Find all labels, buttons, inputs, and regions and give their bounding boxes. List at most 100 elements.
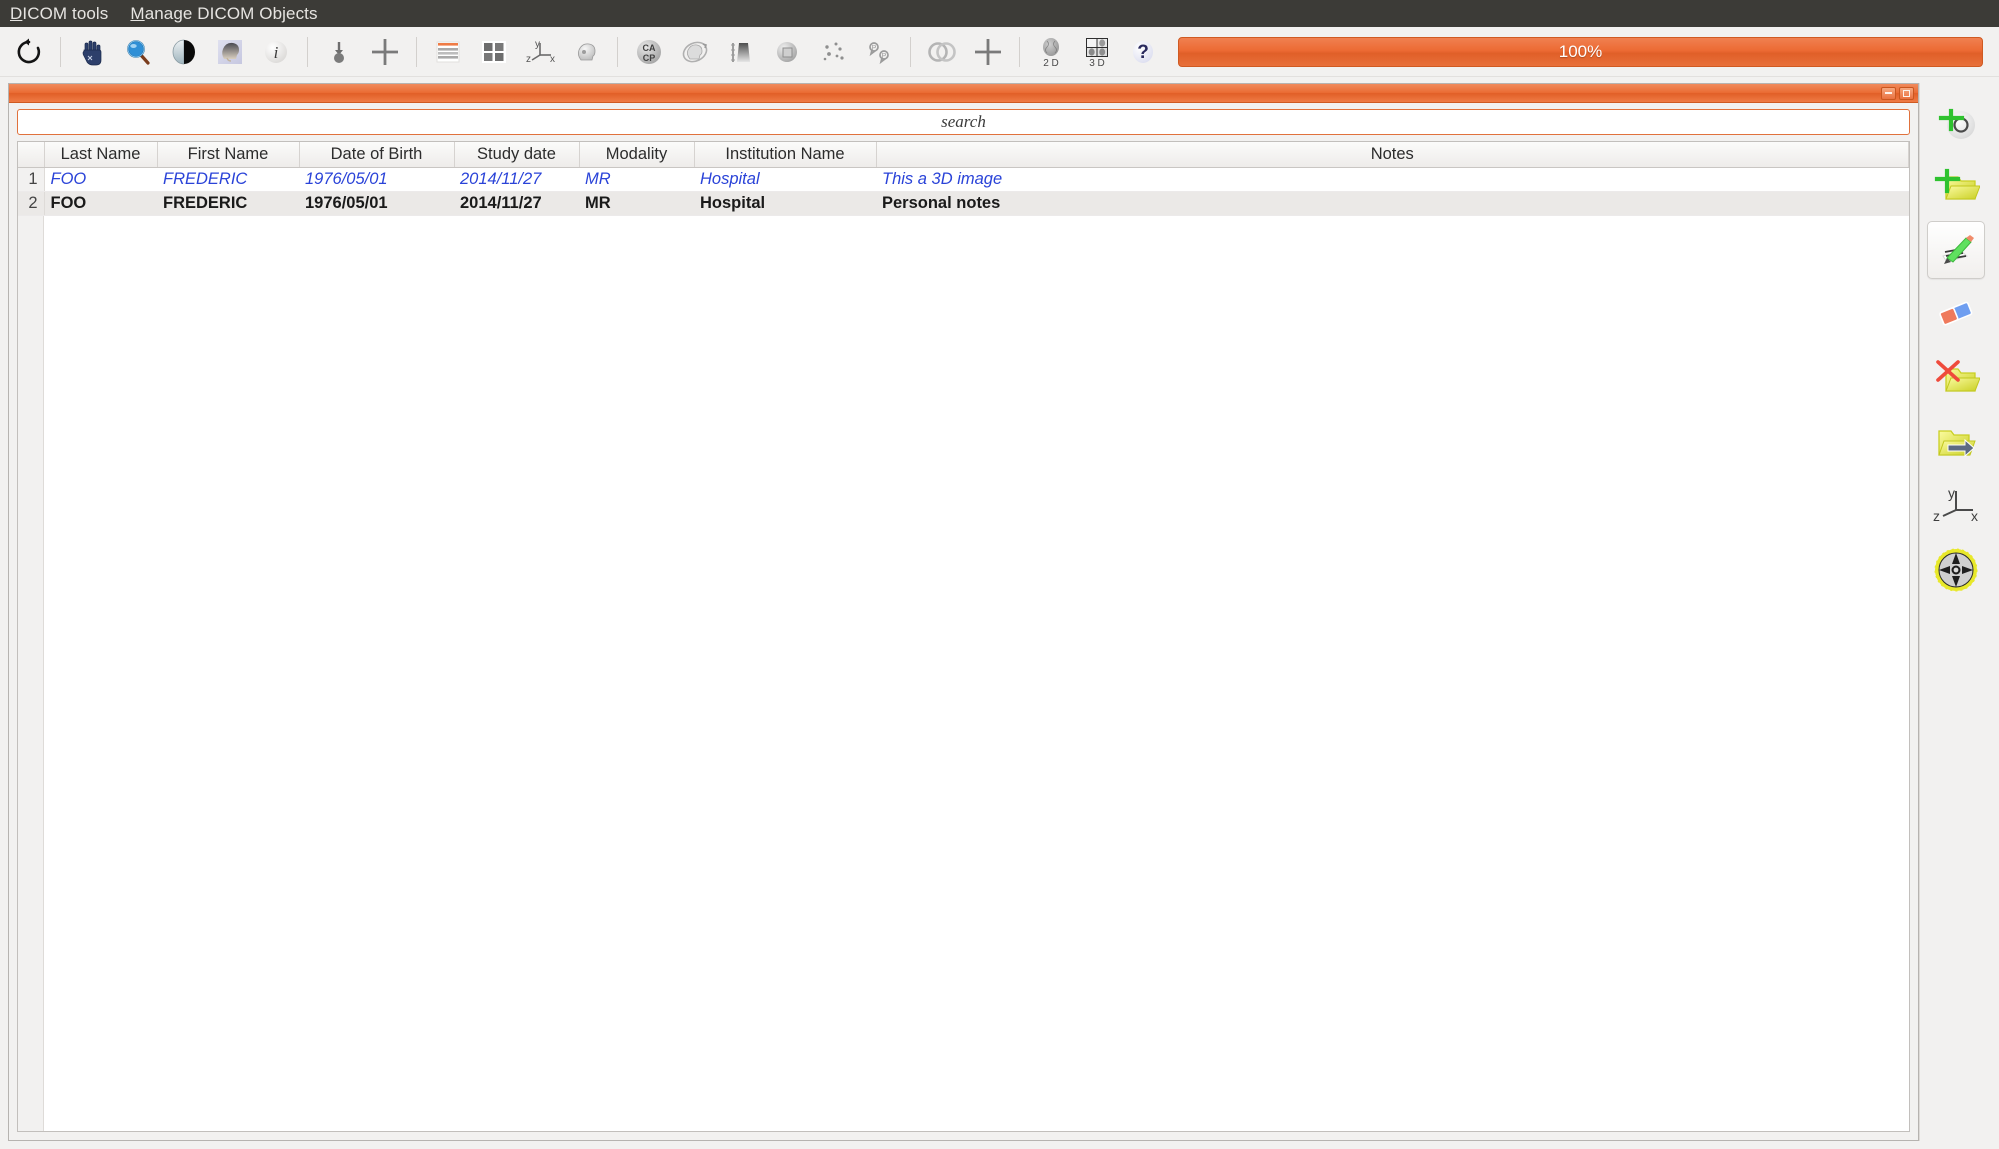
- menu-item-dicom-tools-label: ICOM tools: [22, 4, 109, 23]
- menu-item-manage-dicom-objects-label: anage DICOM Objects: [144, 4, 318, 23]
- cell-study-date: 2014/11/27: [454, 191, 579, 216]
- markers-icon[interactable]: P P: [856, 30, 902, 74]
- crosshair-icon[interactable]: [362, 30, 408, 74]
- table-blank-area: [44, 215, 1909, 1131]
- cell-last-name: FOO: [44, 167, 157, 192]
- column-header-modality[interactable]: Modality: [579, 142, 695, 168]
- head-rotate-icon[interactable]: [672, 30, 718, 74]
- column-header-first-name[interactable]: First Name: [157, 142, 300, 168]
- export-folder-button[interactable]: [1927, 413, 1985, 471]
- layout-rows-icon[interactable]: [425, 30, 471, 74]
- point-cloud-icon[interactable]: [810, 30, 856, 74]
- svg-text:z: z: [526, 54, 531, 65]
- cell-modality: MR: [579, 191, 694, 216]
- menu-mnemonic-m: M: [130, 4, 145, 23]
- table-row-gutter: [18, 215, 44, 1131]
- restore-button[interactable]: [1899, 86, 1914, 100]
- row-index: 1: [18, 167, 45, 192]
- column-header-study-date[interactable]: Study date: [454, 142, 580, 168]
- dicom-objects-table-container: Last Name First Name Date of Birth Study…: [17, 141, 1910, 1132]
- cell-date-of-birth: 1976/05/01: [299, 191, 454, 216]
- toolbar-separator: [617, 36, 618, 67]
- tools-sidebar: y x z: [1919, 83, 1991, 1141]
- column-header-notes[interactable]: Notes: [876, 142, 1909, 168]
- delete-folder-button[interactable]: [1927, 349, 1985, 407]
- ca-label: CA: [643, 43, 656, 53]
- info-icon[interactable]: i: [253, 30, 299, 74]
- toolbar-separator: [1019, 36, 1020, 67]
- progress-value-label: 100%: [1558, 41, 1603, 61]
- svg-text:P: P: [882, 53, 887, 60]
- svg-text:y: y: [535, 39, 540, 50]
- menu-item-manage-dicom-objects[interactable]: Manage DICOM Objects: [130, 5, 317, 22]
- axis-label-y: y: [1948, 485, 1955, 501]
- help-question-icon[interactable]: ?: [1120, 30, 1166, 74]
- toolbar-separator: [416, 36, 417, 67]
- search-input[interactable]: [17, 109, 1910, 135]
- histogram-icon[interactable]: [718, 30, 764, 74]
- cell-notes: Personal notes: [876, 191, 1909, 216]
- column-header-institution-name[interactable]: Institution Name: [694, 142, 877, 168]
- cp-label: CP: [643, 53, 656, 63]
- toolbar-separator: [60, 36, 61, 67]
- menu-mnemonic-d: D: [10, 4, 23, 23]
- restore-glyph: [1903, 89, 1910, 97]
- column-header-last-name[interactable]: Last Name: [44, 142, 158, 168]
- axes-orientation-button[interactable]: y x z: [1927, 477, 1985, 535]
- cell-notes: This a 3D image: [876, 167, 1909, 192]
- menu-bar: DICOM tools Manage DICOM Objects: [0, 0, 1999, 27]
- svg-text:?: ?: [1137, 42, 1149, 63]
- skull-3d-icon[interactable]: [563, 30, 609, 74]
- settings-gear-button[interactable]: [1927, 541, 1985, 599]
- edit-notes-button[interactable]: [1926, 221, 1985, 279]
- axis-label-x: x: [1971, 508, 1978, 524]
- probe-pin-icon[interactable]: [316, 30, 362, 74]
- cell-date-of-birth: 1976/05/01: [299, 167, 454, 192]
- column-header-rownum: [18, 142, 45, 168]
- menu-item-dicom-tools[interactable]: DICOM tools: [10, 5, 108, 22]
- brain-2d-icon[interactable]: 2 D: [1028, 30, 1074, 74]
- layout-grid-icon[interactable]: [471, 30, 517, 74]
- progress-bar-container: 100%: [1178, 36, 1983, 67]
- brain-3d-icon[interactable]: 3 D: [1074, 30, 1120, 74]
- svg-text:P: P: [872, 45, 877, 52]
- toolbar: i y x z CA CP P P 2 D 3 D ? 100%: [0, 27, 1999, 77]
- cell-first-name: FREDERIC: [157, 167, 299, 192]
- brain-3d-label: 3 D: [1089, 58, 1105, 69]
- add-cross-icon[interactable]: [965, 30, 1011, 74]
- cell-last-name: FOO: [44, 191, 157, 216]
- panel-title-bar: [9, 84, 1918, 103]
- new-folder-button[interactable]: [1927, 157, 1985, 215]
- cell-institution-name: Hospital: [694, 167, 876, 192]
- cell-modality: MR: [579, 167, 694, 192]
- dicom-objects-table: Last Name First Name Date of Birth Study…: [18, 142, 1909, 216]
- head-preset-icon[interactable]: [207, 30, 253, 74]
- progress-bar[interactable]: 100%: [1178, 36, 1983, 67]
- add-point-button[interactable]: [1927, 93, 1985, 151]
- fusion-rings-icon[interactable]: [919, 30, 965, 74]
- row-index: 2: [18, 191, 45, 216]
- reset-rotate-icon[interactable]: [6, 30, 52, 74]
- ca-cp-icon[interactable]: CA CP: [626, 30, 672, 74]
- contrast-windowlevel-icon[interactable]: [161, 30, 207, 74]
- table-row[interactable]: 1 FOO FREDERIC 1976/05/01 2014/11/27 MR …: [18, 167, 1909, 192]
- table-row[interactable]: 2 FOO FREDERIC 1976/05/01 2014/11/27 MR …: [18, 191, 1909, 216]
- table-header-row: Last Name First Name Date of Birth Study…: [18, 142, 1909, 168]
- toolbar-separator: [307, 36, 308, 67]
- svg-text:i: i: [274, 43, 279, 62]
- eraser-button[interactable]: [1927, 285, 1985, 343]
- main-area: Last Name First Name Date of Birth Study…: [0, 77, 1999, 1149]
- hand-pan-icon[interactable]: [69, 30, 115, 74]
- svg-text:x: x: [550, 54, 555, 65]
- minimize-button[interactable]: [1881, 86, 1896, 100]
- axis-label-z: z: [1933, 508, 1940, 524]
- column-header-date-of-birth[interactable]: Date of Birth: [299, 142, 455, 168]
- brain-2d-label: 2 D: [1043, 58, 1059, 69]
- sphere-roi-icon[interactable]: [764, 30, 810, 74]
- panel-body: Last Name First Name Date of Birth Study…: [9, 103, 1918, 1140]
- axes-yzx-icon[interactable]: y x z: [517, 30, 563, 74]
- magnifier-zoom-icon[interactable]: [115, 30, 161, 74]
- table-empty-space: [18, 215, 1909, 1131]
- cell-first-name: FREDERIC: [157, 191, 299, 216]
- cell-study-date: 2014/11/27: [454, 167, 579, 192]
